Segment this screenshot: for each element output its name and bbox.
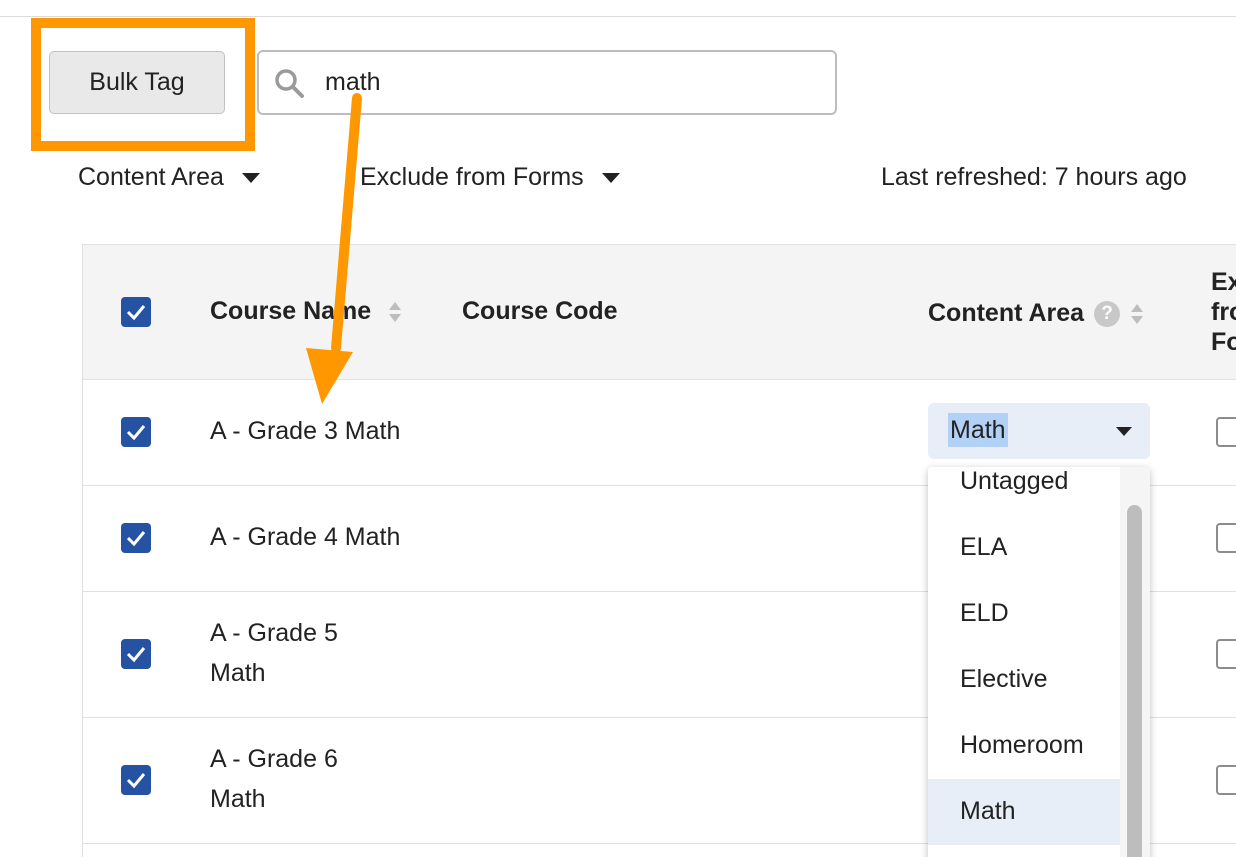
check-icon bbox=[126, 647, 146, 663]
caret-down-icon bbox=[601, 172, 620, 183]
last-refreshed-status: Last refreshed: 7 hours ago bbox=[881, 163, 1187, 191]
caret-down-icon bbox=[1116, 427, 1132, 436]
check-icon bbox=[126, 305, 146, 321]
content-area-dropdown[interactable]: Untagged ELA ELD Elective Homeroom Math bbox=[928, 467, 1150, 857]
content-area-filter[interactable]: Content Area bbox=[78, 163, 260, 192]
table-header: Course Name Course Code Content Area? Ex… bbox=[83, 245, 1236, 380]
sort-icon[interactable] bbox=[388, 301, 402, 323]
help-icon[interactable]: ? bbox=[1094, 301, 1121, 328]
course-name-cell: A - Grade 5 Math bbox=[210, 619, 338, 687]
course-name-cell: A - Grade 3 Math bbox=[210, 417, 401, 445]
exclude-checkbox[interactable] bbox=[1216, 523, 1236, 553]
row-checkbox[interactable] bbox=[121, 417, 151, 447]
dropdown-option-homeroom[interactable]: Homeroom bbox=[928, 713, 1120, 779]
course-name-cell: A - Grade 6 Math bbox=[210, 745, 338, 813]
row-checkbox[interactable] bbox=[121, 639, 151, 669]
content-area-select-value: Math bbox=[948, 413, 1008, 447]
caret-down-icon bbox=[241, 172, 260, 183]
row-checkbox[interactable] bbox=[121, 523, 151, 553]
course-name-cell: A - Grade 4 Math bbox=[210, 523, 401, 551]
select-all-checkbox[interactable] bbox=[121, 297, 151, 327]
exclude-header: Ex fro Fo bbox=[1211, 268, 1236, 356]
search-icon bbox=[275, 69, 304, 98]
content-area-header[interactable]: Content Area? bbox=[928, 299, 1144, 328]
course-name-header[interactable]: Course Name bbox=[210, 297, 402, 326]
search-input[interactable]: math bbox=[257, 50, 837, 115]
course-code-header: Course Code bbox=[462, 297, 618, 325]
top-divider bbox=[0, 16, 1236, 17]
exclude-filter-label: Exclude from Forms bbox=[360, 163, 584, 191]
exclude-checkbox[interactable] bbox=[1216, 639, 1236, 669]
bulk-tag-button[interactable]: Bulk Tag bbox=[49, 51, 225, 114]
dropdown-scroll-thumb[interactable] bbox=[1127, 505, 1142, 857]
dropdown-option-eld[interactable]: ELD bbox=[928, 581, 1120, 647]
check-icon bbox=[126, 531, 146, 547]
dropdown-option-math[interactable]: Math bbox=[928, 779, 1120, 845]
dropdown-option-ela[interactable]: ELA bbox=[928, 515, 1120, 581]
row-checkbox[interactable] bbox=[121, 765, 151, 795]
sort-icon[interactable] bbox=[1130, 303, 1144, 325]
check-icon bbox=[126, 425, 146, 441]
exclude-from-forms-filter[interactable]: Exclude from Forms bbox=[360, 163, 620, 192]
search-value: math bbox=[325, 68, 381, 96]
dropdown-scrollbar[interactable] bbox=[1120, 467, 1150, 857]
dropdown-option-elective[interactable]: Elective bbox=[928, 647, 1120, 713]
content-area-filter-label: Content Area bbox=[78, 163, 224, 191]
dropdown-option-untagged[interactable]: Untagged bbox=[928, 467, 1120, 515]
check-icon bbox=[126, 773, 146, 789]
exclude-checkbox[interactable] bbox=[1216, 417, 1236, 447]
exclude-checkbox[interactable] bbox=[1216, 765, 1236, 795]
content-area-select[interactable]: Math bbox=[928, 403, 1150, 459]
courses-table: Course Name Course Code Content Area? Ex… bbox=[82, 244, 1236, 857]
